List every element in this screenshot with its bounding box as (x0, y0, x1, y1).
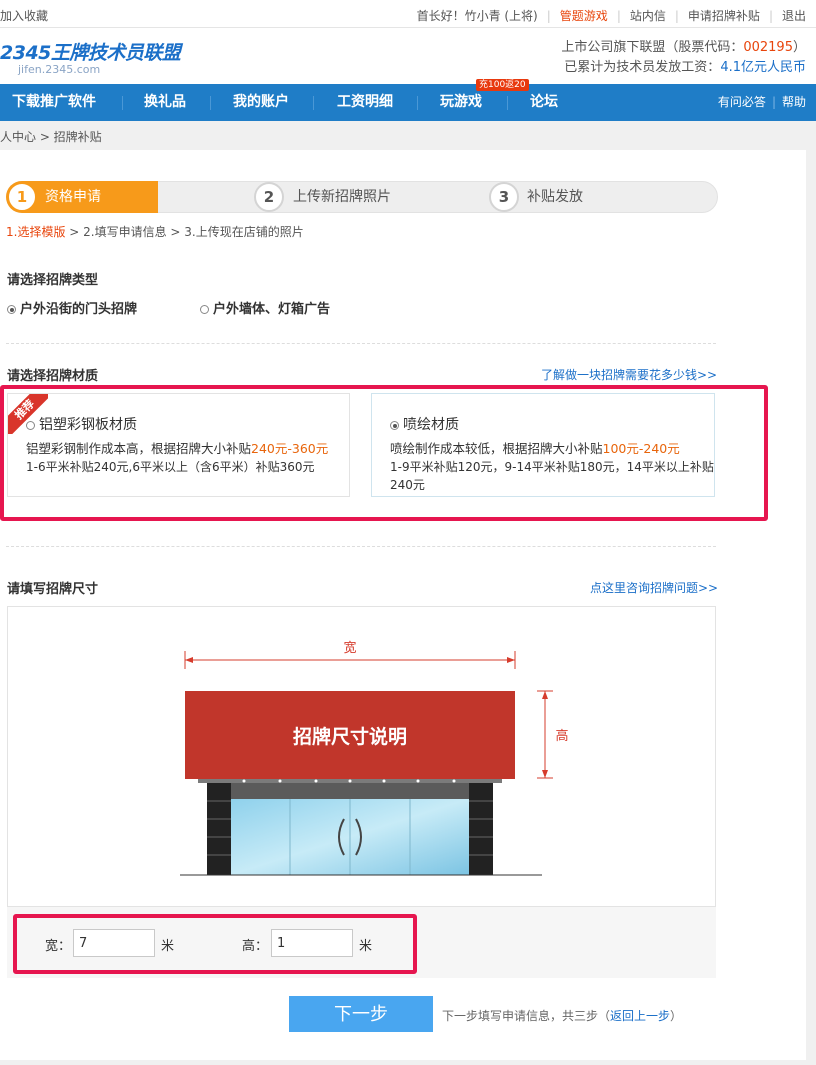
nav-right-links: 有问必答 | 帮助 (717, 95, 806, 109)
back-link[interactable]: 返回上一步 (610, 1009, 670, 1023)
company-text: 上市公司旗下联盟（股票代码： (561, 40, 744, 55)
nav-salary-details[interactable]: 工资明细 (337, 84, 393, 121)
step-2-label: 上传新招牌照片 (293, 189, 391, 205)
sign-board-text: 招牌尺寸说明 (293, 725, 407, 748)
top-links: 首长好！竹小青 (上将) | 管题游戏 | 站内信 | 申请招牌补贴 | 退出 (416, 9, 806, 23)
sub-step-path: 1.选择模版 > 2.填写申请信息 > 3.上传现在店铺的照片 (6, 223, 304, 240)
nav-forum[interactable]: 论坛 (530, 84, 558, 121)
size-title: 请填写招牌尺寸 (7, 582, 99, 597)
user-greeting: 首长好！竹小青 (上将) (416, 9, 538, 23)
nav-faq[interactable]: 有问必答 (718, 95, 766, 109)
stock-code: 002195 (743, 40, 793, 55)
game-link[interactable]: 管题游戏 (560, 9, 608, 23)
material-title: 请选择招牌材质 (7, 369, 99, 384)
site-logo[interactable]: 2345王牌技术员联盟 jifen.2345.com (0, 38, 181, 78)
step-1-label: 资格申请 (45, 189, 101, 205)
nav-help[interactable]: 帮助 (782, 95, 806, 109)
width-dimension-label: 宽 (343, 640, 356, 656)
note-prefix: 下一步填写申请信息，共三步（ (442, 1009, 611, 1023)
add-favorite-link[interactable]: 加入收藏 (0, 7, 48, 24)
apply-sign-subsidy-link[interactable]: 申请招牌补贴 (688, 9, 760, 23)
paid-text: 已累计为技术员发放工资： (564, 60, 721, 75)
paid-amount: 4.1亿元人民币 (720, 60, 806, 75)
nav-download-software[interactable]: 下载推广软件 (12, 84, 96, 121)
breadcrumb: 人中心 > 招牌补贴 (0, 130, 102, 144)
next-step-button[interactable]: 下一步 (289, 996, 433, 1032)
radio-icon (200, 305, 209, 314)
company-suffix: ） (792, 40, 806, 55)
radio-checked-icon (7, 305, 16, 314)
divider (6, 546, 716, 547)
step-2-number: 2 (254, 182, 284, 212)
sign-cost-link[interactable]: 了解做一块招牌需要花多少钱>> (541, 366, 717, 383)
divider (6, 343, 716, 344)
top-bar: 加入收藏 首长好！竹小青 (上将) | 管题游戏 | 站内信 | 申请招牌补贴 | 退出 (0, 0, 816, 28)
step-3-number: 3 (489, 182, 519, 212)
sub-step-rest: > 2.填写申请信息 > 3.上传现在店铺的照片 (65, 225, 304, 239)
main-nav: 下载推广软件 换礼品 我的账户 工资明细 玩游戏 论坛 有问必答 | 帮助 (0, 84, 816, 121)
step-1-number: 1 (7, 182, 37, 212)
sign-type-option-label: 户外墙体、灯箱广告 (213, 302, 331, 317)
highlight-box-material (0, 385, 768, 521)
next-step-note: 下一步填写申请信息，共三步（返回上一步） (442, 1007, 682, 1024)
nav-my-account[interactable]: 我的账户 (233, 84, 289, 121)
note-suffix: ） (670, 1009, 683, 1023)
storefront-diagram: 宽 高 招牌尺寸说明 (180, 640, 569, 876)
sign-consult-link[interactable]: 点这里咨询招牌问题>> (590, 579, 718, 596)
sub-step-current: 1.选择模版 (6, 225, 66, 239)
logo-text: 2345王牌技术员联盟 (0, 42, 181, 64)
logout-link[interactable]: 退出 (782, 9, 806, 23)
site-header: 2345王牌技术员联盟 jifen.2345.com 上市公司旗下联盟（股票代码… (0, 28, 816, 84)
highlight-box-size (13, 914, 417, 974)
step-3-label: 补贴发放 (527, 189, 583, 205)
nav-gifts[interactable]: 换礼品 (144, 84, 186, 121)
company-info: 上市公司旗下联盟（股票代码：002195） 已累计为技术员发放工资：4.1亿元人… (561, 38, 806, 78)
sign-type-option-storefront[interactable]: 户外沿街的门头招牌 (7, 298, 137, 317)
sign-type-option-label: 户外沿街的门头招牌 (20, 302, 138, 317)
promo-badge: 充100返20 (476, 79, 529, 91)
inbox-link[interactable]: 站内信 (630, 9, 666, 23)
sign-type-title: 请选择招牌类型 (7, 273, 99, 288)
sign-type-option-wall-lightbox[interactable]: 户外墙体、灯箱广告 (200, 298, 330, 317)
height-dimension-label: 高 (555, 728, 568, 744)
